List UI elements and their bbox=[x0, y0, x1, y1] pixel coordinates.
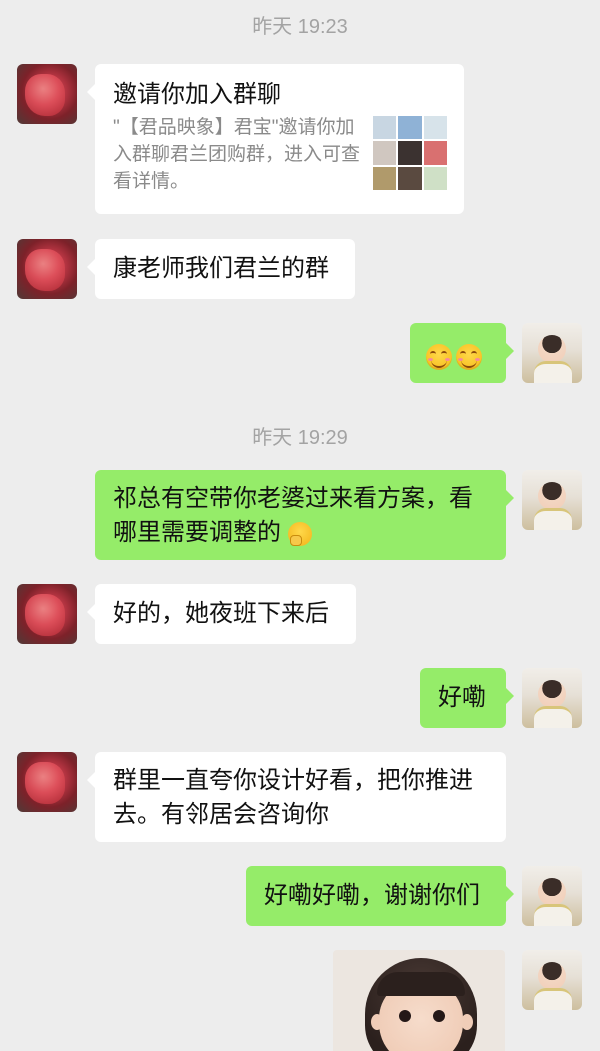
group-thumbnail-grid bbox=[373, 116, 447, 190]
message-text: 好嘞好嘞，谢谢你们 bbox=[264, 882, 480, 909]
message-bubble[interactable]: 群里一直夸你设计好看，把你推进去。有邻居会咨询你 bbox=[87, 752, 506, 842]
group-member-thumb bbox=[398, 166, 422, 190]
contact-avatar[interactable] bbox=[17, 752, 77, 812]
timestamp: 昨天 19:29 bbox=[252, 427, 348, 449]
group-member-thumb bbox=[373, 116, 397, 140]
group-member-thumb bbox=[423, 116, 447, 140]
message-text: 群里一直夸你设计好看，把你推进去。有邻居会咨询你 bbox=[113, 767, 473, 828]
self-avatar[interactable] bbox=[522, 323, 582, 383]
thinking-face-emoji-icon bbox=[287, 521, 312, 546]
contact-avatar[interactable] bbox=[17, 64, 77, 124]
message-bubble[interactable]: 祁总有空带你老婆过来看方案，看哪里需要调整的 bbox=[95, 470, 514, 560]
group-member-thumb bbox=[423, 141, 447, 165]
timestamp: 昨天 19:23 bbox=[252, 16, 348, 38]
message-bubble[interactable]: 康老师我们君兰的群 bbox=[87, 239, 355, 299]
invite-description: "【君品映象】君宝"邀请你加入群聊君兰团购群，进入可查看详情。 bbox=[113, 117, 361, 192]
message-bubble[interactable]: 好嘞好嘞，谢谢你们 bbox=[246, 866, 514, 926]
message-bubble[interactable] bbox=[410, 323, 514, 383]
sticker-fringe bbox=[377, 972, 465, 996]
group-member-thumb bbox=[423, 166, 447, 190]
group-member-thumb bbox=[398, 141, 422, 165]
self-avatar[interactable] bbox=[522, 470, 582, 530]
smiling-face-emoji-icon bbox=[426, 343, 452, 370]
sticker-eye bbox=[399, 1010, 411, 1022]
group-invite-card[interactable]: 邀请你加入群聊 "【君品映象】君宝"邀请你加入群聊君兰团购群，进入可查看详情。 bbox=[87, 64, 464, 214]
group-member-thumb bbox=[373, 166, 397, 190]
contact-avatar[interactable] bbox=[17, 239, 77, 299]
message-bubble[interactable]: 好嘞 bbox=[420, 668, 514, 728]
sticker-eye bbox=[433, 1010, 445, 1022]
message-text: 好的，她夜班下来后 bbox=[113, 600, 329, 627]
group-member-thumb bbox=[373, 141, 397, 165]
message-text: 好嘞 bbox=[438, 684, 486, 711]
self-avatar[interactable] bbox=[522, 668, 582, 728]
group-member-thumb bbox=[398, 116, 422, 140]
invite-title: 邀请你加入群聊 bbox=[113, 81, 281, 108]
sticker-image[interactable] bbox=[333, 950, 505, 1051]
self-avatar[interactable] bbox=[522, 950, 582, 1010]
message-text: 康老师我们君兰的群 bbox=[113, 255, 329, 282]
smiling-face-emoji-icon bbox=[456, 343, 482, 370]
self-avatar[interactable] bbox=[522, 866, 582, 926]
contact-avatar[interactable] bbox=[17, 584, 77, 644]
message-bubble[interactable]: 好的，她夜班下来后 bbox=[87, 584, 356, 644]
